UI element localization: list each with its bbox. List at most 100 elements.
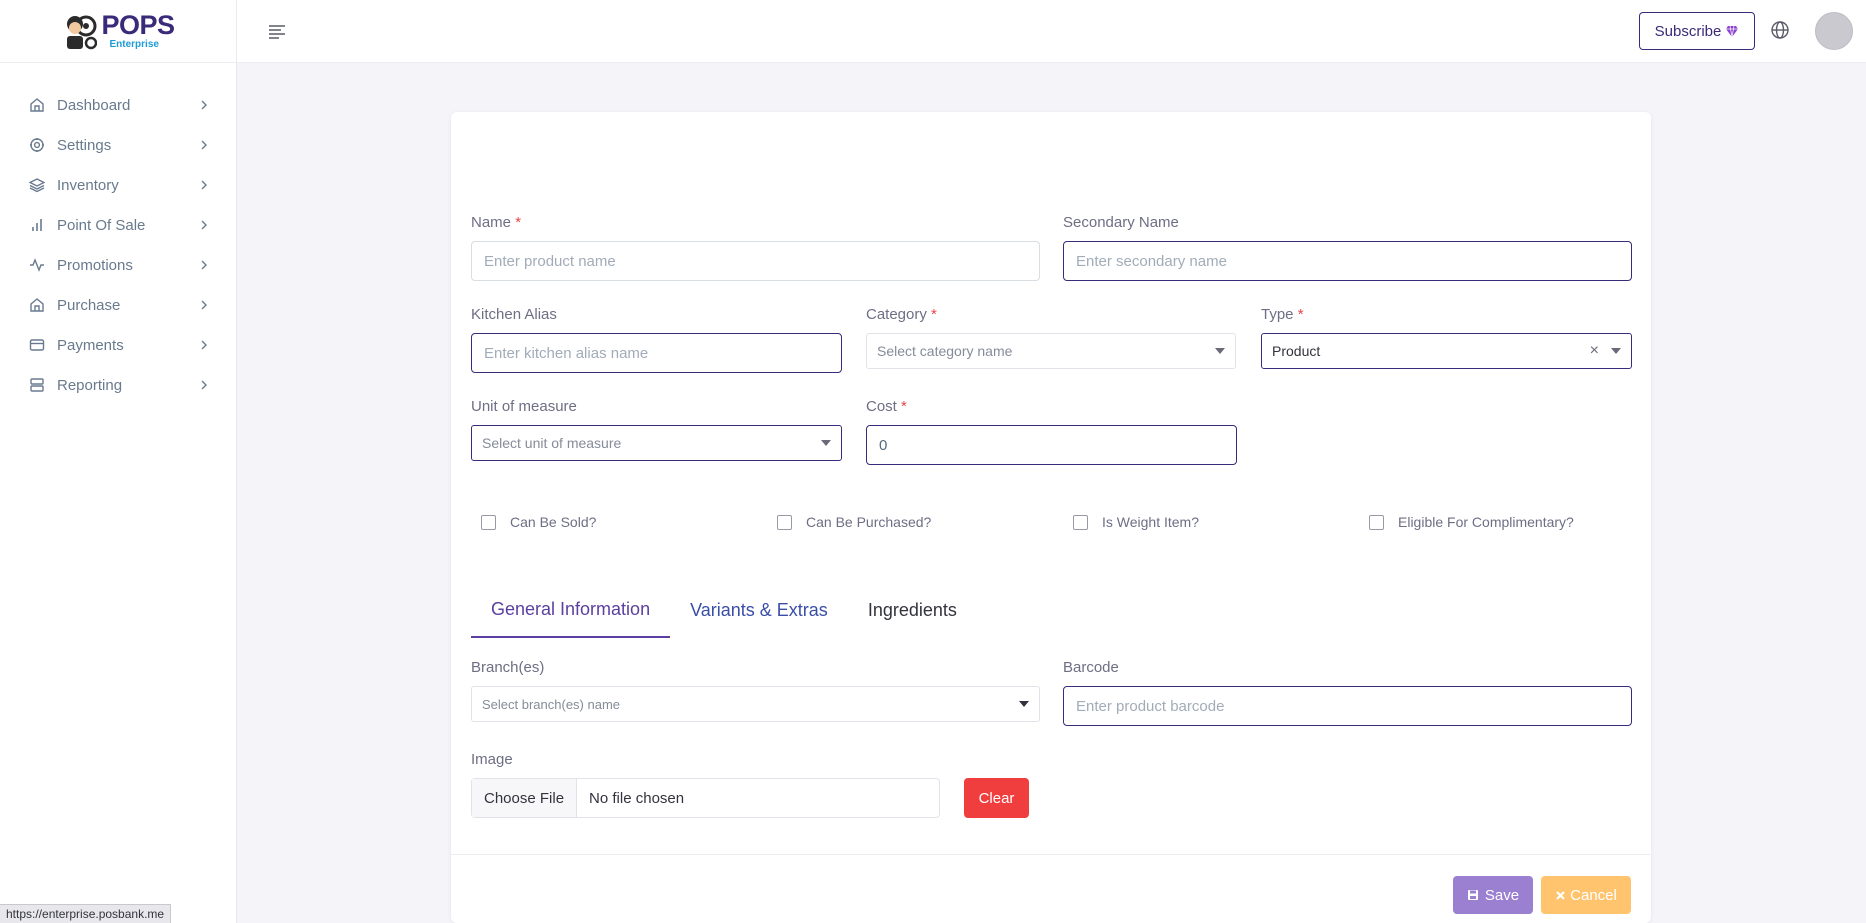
chevron-right-icon (201, 180, 207, 190)
sidebar-item-reporting[interactable]: Reporting (0, 365, 236, 405)
home-icon (28, 296, 46, 314)
clear-icon[interactable]: × (1590, 342, 1599, 360)
sidebar-item-label: Payments (57, 336, 124, 354)
sidebar-item-dashboard[interactable]: Dashboard (0, 85, 236, 125)
choose-file-button[interactable]: Choose File (472, 779, 578, 817)
menu-toggle-icon[interactable] (267, 22, 287, 40)
chevron-right-icon (201, 100, 207, 110)
chevron-right-icon (201, 300, 207, 310)
cancel-label: Cancel (1570, 886, 1617, 904)
status-bar-url: https://enterprise.posbank.me (0, 904, 172, 923)
logo-mascot-icon (67, 15, 98, 50)
cost-input[interactable] (866, 425, 1237, 465)
chevron-right-icon (201, 220, 207, 230)
chevron-down-icon (1611, 348, 1621, 354)
card-divider (451, 854, 1651, 855)
sidebar-item-point-of-sale[interactable]: Point Of Sale (0, 205, 236, 245)
sidebar-item-inventory[interactable]: Inventory (0, 165, 236, 205)
kitchen-alias-input[interactable] (471, 333, 842, 373)
type-select[interactable]: Product × (1261, 333, 1632, 369)
checkbox-box[interactable] (481, 514, 496, 530)
sidebar-item-payments[interactable]: Payments (0, 325, 236, 365)
barcode-label: Barcode (1063, 659, 1119, 676)
unit-label: Unit of measure (471, 398, 577, 415)
sidebar-item-label: Point Of Sale (57, 216, 146, 234)
chevron-down-icon (1019, 701, 1029, 707)
secondary-name-label: Secondary Name (1063, 214, 1179, 231)
eligible-complimentary-checkbox[interactable]: Eligible For Complimentary? (1369, 514, 1574, 530)
checkbox-box[interactable] (1073, 514, 1088, 530)
chevron-right-icon (201, 380, 207, 390)
tab-ingredients[interactable]: Ingredients (848, 582, 977, 638)
sidebar-menu: Dashboard Settings Inventory Point Of Sa… (0, 63, 236, 405)
name-label: Name * (471, 214, 522, 231)
subscribe-button[interactable]: Subscribe (1639, 12, 1755, 50)
cancel-button[interactable]: Cancel (1541, 876, 1631, 914)
clear-image-button[interactable]: Clear (964, 778, 1029, 818)
barcode-input[interactable] (1063, 686, 1632, 726)
tab-variants-extras[interactable]: Variants & Extras (670, 582, 848, 638)
bar-chart-icon (28, 216, 46, 234)
checkbox-label: Eligible For Complimentary? (1398, 514, 1574, 530)
sidebar-item-settings[interactable]: Settings (0, 125, 236, 165)
brand-name: POPS (101, 10, 175, 40)
brand-subtitle: Enterprise (109, 39, 159, 50)
credit-card-icon (28, 336, 46, 354)
logo-mark: POPS Enterprise (61, 10, 175, 50)
image-label: Image (471, 751, 513, 768)
name-input[interactable] (471, 241, 1040, 281)
branches-label: Branch(es) (471, 659, 545, 676)
logo[interactable]: POPS Enterprise (0, 0, 236, 63)
chevron-right-icon (201, 140, 207, 150)
category-label: Category * (866, 306, 937, 323)
save-button[interactable]: Save (1453, 876, 1533, 914)
sidebar-item-label: Reporting (57, 376, 123, 394)
branches-select[interactable]: Select branch(es) name (471, 686, 1040, 722)
category-placeholder: Select category name (877, 343, 1013, 359)
unit-select[interactable]: Select unit of measure (471, 425, 842, 461)
sidebar-item-label: Settings (57, 136, 112, 154)
branches-placeholder: Select branch(es) name (482, 696, 621, 712)
sidebar-item-promotions[interactable]: Promotions (0, 245, 236, 285)
chevron-right-icon (201, 340, 207, 350)
checkbox-label: Can Be Purchased? (806, 514, 932, 530)
kitchen-alias-label: Kitchen Alias (471, 306, 557, 323)
floppy-disk-icon (1467, 890, 1478, 900)
chevron-down-icon (1215, 348, 1225, 354)
gear-icon (28, 136, 46, 154)
can-be-sold-checkbox[interactable]: Can Be Sold? (481, 514, 596, 530)
sidebar-item-purchase[interactable]: Purchase (0, 285, 236, 325)
avatar[interactable] (1815, 12, 1853, 50)
secondary-name-input[interactable] (1063, 241, 1632, 281)
checkbox-label: Can Be Sold? (510, 514, 597, 530)
sidebar: POPS Enterprise Dashboard Settings Inven… (0, 0, 237, 923)
unit-placeholder: Select unit of measure (482, 435, 622, 451)
checkbox-label: Is Weight Item? (1102, 514, 1200, 530)
diamond-icon (1726, 25, 1739, 38)
checkbox-box[interactable] (1369, 514, 1384, 530)
product-tabs: General Information Variants & Extras In… (471, 582, 977, 638)
subscribe-label: Subscribe (1654, 22, 1722, 40)
checkbox-box[interactable] (777, 514, 792, 530)
sidebar-item-label: Dashboard (57, 96, 131, 114)
type-value: Product (1272, 343, 1321, 359)
sidebar-item-label: Purchase (57, 296, 121, 314)
home-icon (28, 96, 46, 114)
save-label: Save (1484, 886, 1520, 904)
file-status: No file chosen (589, 789, 685, 807)
chevron-down-icon (821, 440, 831, 446)
type-label: Type * (1261, 306, 1304, 323)
category-select[interactable]: Select category name (866, 333, 1236, 369)
image-file-input[interactable]: Choose File No file chosen (471, 778, 940, 818)
activity-icon (28, 256, 46, 274)
cost-label: Cost * (866, 398, 907, 415)
is-weight-item-checkbox[interactable]: Is Weight Item? (1073, 514, 1199, 530)
topbar: Subscribe (237, 0, 1866, 63)
close-icon (1556, 890, 1565, 900)
product-form-card: Name * Secondary Name Kitchen Alias Cate… (451, 112, 1651, 923)
tab-general-information[interactable]: General Information (471, 582, 671, 638)
server-icon (28, 376, 46, 394)
sidebar-item-label: Inventory (57, 176, 119, 194)
can-be-purchased-checkbox[interactable]: Can Be Purchased? (777, 514, 931, 530)
globe-icon[interactable] (1770, 20, 1790, 40)
